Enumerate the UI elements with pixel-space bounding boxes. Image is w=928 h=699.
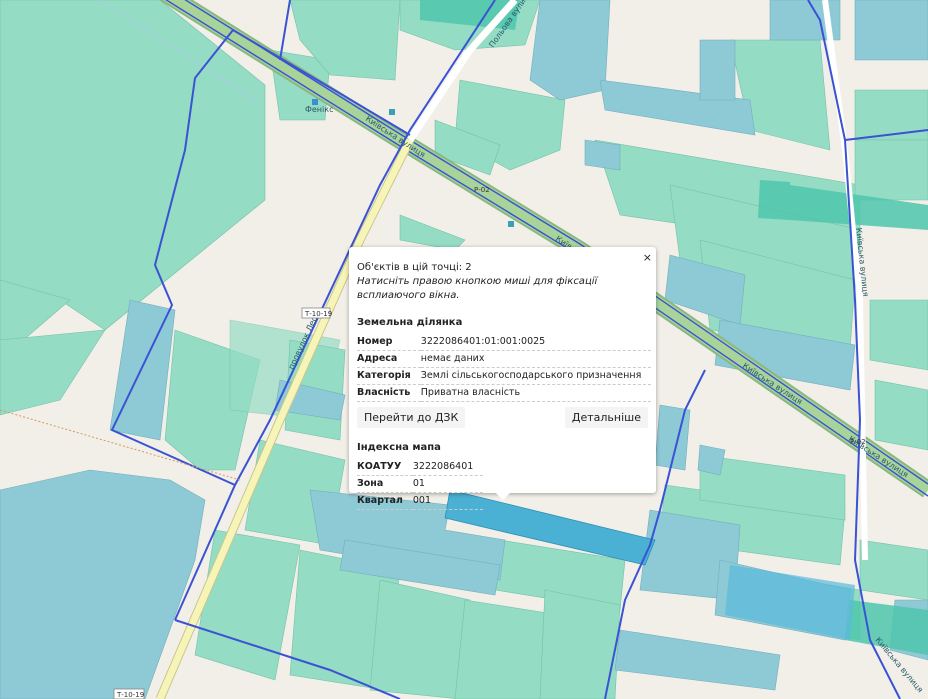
popup-hint: Натисніть правою кнопкою миші для фіксац… [357,276,598,301]
field-label: Зона [357,475,413,493]
field-value: Землі сільськогосподарського призначення [420,367,652,385]
field-value: 001 [412,492,484,510]
field-label: Номер [357,334,421,351]
table-row: Номер 3222086401:01:001:0025 [357,334,652,351]
field-value: 01 [412,475,484,493]
table-row: Квартал 001 [357,492,484,510]
details-button[interactable]: Детальніше [564,407,648,428]
index-map-table: КОАТУУ 3222086401 Зона 01 Квартал 001 [357,459,484,510]
field-value: немає даних [420,350,652,368]
field-label: Категорія [357,367,421,385]
place-label: Фенікс [305,105,334,114]
close-icon[interactable]: × [643,251,652,264]
popup-tip [495,492,511,500]
field-value: 3222086401:01:001:0025 [420,334,652,351]
road-ref: Р-02 [850,438,866,446]
field-label: КОАТУУ [357,459,413,476]
table-row: Адреса немає даних [357,350,652,368]
info-popup[interactable]: × Об'єктів в цій точці: 2 Натисніть прав… [349,247,656,510]
field-label: Квартал [357,492,413,510]
land-parcel-table: Номер 3222086401:01:001:0025 Адреса нема… [357,334,652,402]
table-row: Зона 01 [357,475,484,493]
table-row: Власність Приватна власність [357,384,652,402]
field-value: 3222086401 [412,459,484,476]
road-ref: Т-10-19 [304,310,332,318]
shop-icon[interactable] [389,109,395,115]
field-value: Приватна власність [420,384,652,402]
land-parcel-title: Земельна ділянка [357,317,463,328]
road-ref: Т-10-19 [116,691,144,699]
table-row: Категорія Землі сільськогосподарського п… [357,367,652,385]
goto-dzk-button[interactable]: Перейти до ДЗК [357,407,466,428]
road-ref: Р-02 [474,186,490,194]
index-map-title: Індексна мапа [357,442,441,453]
field-label: Адреса [357,350,421,368]
field-label: Власність [357,384,421,402]
objects-count: Об'єктів в цій точці: 2 [357,262,472,273]
table-row: КОАТУУ 3222086401 [357,459,484,476]
fuel-icon[interactable] [508,221,514,227]
shop-icon[interactable] [312,99,318,105]
